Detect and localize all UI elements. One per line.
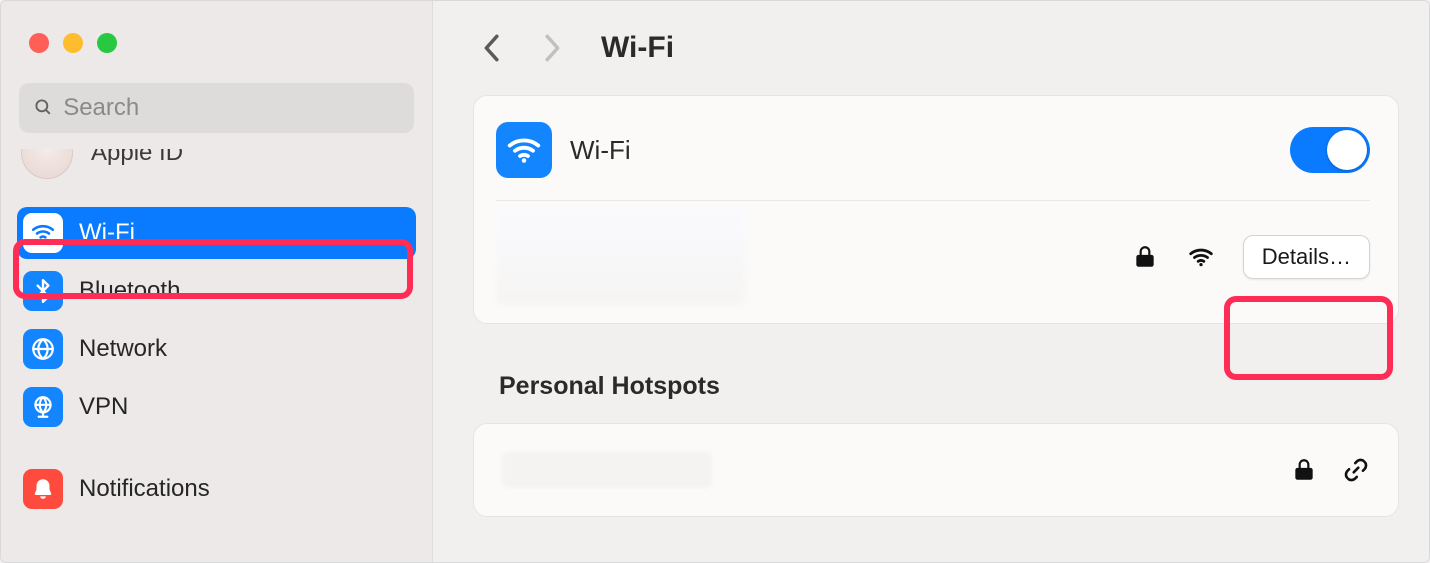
hotspot-link-icon bbox=[1342, 456, 1370, 484]
nav-forward-button[interactable] bbox=[539, 34, 567, 62]
hotspot-panel bbox=[473, 423, 1399, 517]
page-title: Wi-Fi bbox=[601, 31, 674, 65]
titlebar: Wi-Fi bbox=[473, 31, 1399, 65]
sidebar-item-label: Bluetooth bbox=[79, 277, 180, 305]
wifi-toggle[interactable] bbox=[1290, 127, 1370, 173]
sidebar-item-network[interactable]: Network bbox=[17, 323, 416, 375]
wifi-panel: Wi-Fi Details… bbox=[473, 95, 1399, 324]
sidebar-item-label: VPN bbox=[79, 393, 128, 421]
main-content: Wi-Fi Wi-Fi Det bbox=[433, 1, 1429, 562]
minimize-window-button[interactable] bbox=[63, 33, 83, 53]
search-icon bbox=[33, 97, 53, 119]
vpn-globe-icon bbox=[23, 387, 63, 427]
network-name-redacted bbox=[496, 209, 746, 305]
search-field[interactable] bbox=[19, 83, 414, 133]
sidebar-item-label: Wi-Fi bbox=[79, 219, 135, 247]
window-controls bbox=[15, 19, 418, 53]
lock-icon bbox=[1131, 243, 1159, 271]
personal-hotspots-heading: Personal Hotspots bbox=[499, 372, 1399, 401]
zoom-window-button[interactable] bbox=[97, 33, 117, 53]
apple-id-label: Apple ID bbox=[91, 149, 183, 167]
bluetooth-icon bbox=[23, 271, 63, 311]
wifi-row-label: Wi-Fi bbox=[570, 135, 1272, 166]
wifi-icon bbox=[23, 213, 63, 253]
hotspot-name-redacted bbox=[502, 452, 712, 488]
sidebar-item-wifi[interactable]: Wi-Fi bbox=[17, 207, 416, 259]
sidebar-item-label: Notifications bbox=[79, 475, 210, 503]
sidebar-item-vpn[interactable]: VPN bbox=[17, 381, 416, 433]
nav-back-button[interactable] bbox=[477, 34, 505, 62]
lock-icon bbox=[1290, 456, 1318, 484]
details-button[interactable]: Details… bbox=[1243, 235, 1370, 279]
wifi-icon bbox=[496, 122, 552, 178]
search-input[interactable] bbox=[63, 94, 400, 122]
close-window-button[interactable] bbox=[29, 33, 49, 53]
apple-id-row[interactable]: Apple ID bbox=[21, 149, 412, 179]
highlight-details-button bbox=[1224, 296, 1393, 380]
sidebar-item-bluetooth[interactable]: Bluetooth bbox=[17, 265, 416, 317]
sidebar: Apple ID Wi-Fi Bluetooth Network bbox=[1, 1, 433, 562]
current-network-row[interactable]: Details… bbox=[496, 217, 1370, 297]
wifi-signal-icon bbox=[1187, 243, 1215, 271]
sidebar-nav: Wi-Fi Bluetooth Network VPN bbox=[15, 207, 418, 515]
divider bbox=[496, 200, 1370, 201]
sidebar-item-label: Network bbox=[79, 335, 167, 363]
avatar bbox=[21, 149, 73, 179]
bell-icon bbox=[23, 469, 63, 509]
globe-icon bbox=[23, 329, 63, 369]
settings-window: Apple ID Wi-Fi Bluetooth Network bbox=[0, 0, 1430, 563]
sidebar-item-notifications[interactable]: Notifications bbox=[17, 463, 416, 515]
